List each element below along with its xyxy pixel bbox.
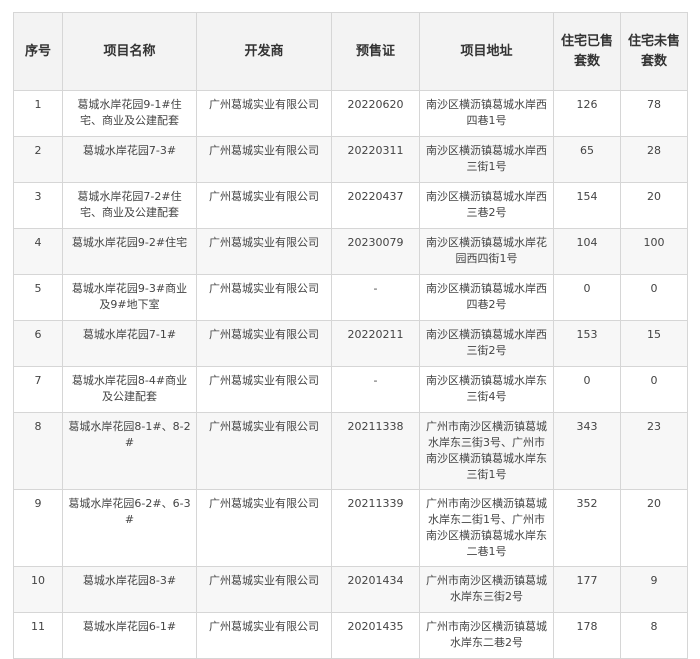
header-developer: 开发商: [196, 12, 332, 91]
table-row: 4 葛城水岸花园9-2#住宅 广州葛城实业有限公司 20230079 南沙区横沥…: [13, 228, 688, 275]
presale-table: 序号 项目名称 开发商 预售证 项目地址 住宅已售套数 住宅未售套数 1 葛城水…: [13, 12, 688, 659]
cell-presale-cert: 20230079: [331, 228, 420, 275]
cell-developer: 广州葛城实业有限公司: [196, 228, 332, 275]
cell-address: 广州市南沙区横沥镇葛城水岸东三街3号、广州市南沙区横沥镇葛城水岸东三街1号: [419, 412, 554, 490]
presale-table-container: 序号 项目名称 开发商 预售证 项目地址 住宅已售套数 住宅未售套数 1 葛城水…: [13, 12, 688, 659]
cell-presale-cert: -: [331, 274, 420, 321]
cell-sold-units: 154: [553, 182, 621, 229]
table-row: 6 葛城水岸花园7-1# 广州葛城实业有限公司 20220211 南沙区横沥镇葛…: [13, 320, 688, 367]
cell-project-name: 葛城水岸花园9-2#住宅: [62, 228, 197, 275]
header-index: 序号: [13, 12, 63, 91]
cell-sold-units: 177: [553, 566, 621, 613]
cell-address: 南沙区横沥镇葛城水岸西三巷2号: [419, 182, 554, 229]
cell-project-name: 葛城水岸花园8-4#商业及公建配套: [62, 366, 197, 413]
cell-index: 7: [13, 366, 63, 413]
cell-unsold-units: 0: [620, 274, 688, 321]
cell-index: 1: [13, 90, 63, 137]
cell-index: 9: [13, 489, 63, 567]
table-row: 10 葛城水岸花园8-3# 广州葛城实业有限公司 20201434 广州市南沙区…: [13, 566, 688, 613]
cell-index: 5: [13, 274, 63, 321]
cell-index: 10: [13, 566, 63, 613]
cell-address: 广州市南沙区横沥镇葛城水岸东三街2号: [419, 566, 554, 613]
cell-address: 南沙区横沥镇葛城水岸西四巷1号: [419, 90, 554, 137]
table-row: 2 葛城水岸花园7-3# 广州葛城实业有限公司 20220311 南沙区横沥镇葛…: [13, 136, 688, 183]
cell-unsold-units: 20: [620, 489, 688, 567]
cell-sold-units: 0: [553, 366, 621, 413]
cell-unsold-units: 0: [620, 366, 688, 413]
table-row: 7 葛城水岸花园8-4#商业及公建配套 广州葛城实业有限公司 - 南沙区横沥镇葛…: [13, 366, 688, 413]
table-row: 3 葛城水岸花园7-2#住宅、商业及公建配套 广州葛城实业有限公司 202204…: [13, 182, 688, 229]
cell-developer: 广州葛城实业有限公司: [196, 412, 332, 490]
table-row: 1 葛城水岸花园9-1#住宅、商业及公建配套 广州葛城实业有限公司 202206…: [13, 90, 688, 137]
cell-address: 南沙区横沥镇葛城水岸东三街4号: [419, 366, 554, 413]
header-address: 项目地址: [419, 12, 554, 91]
header-presale-cert: 预售证: [331, 12, 420, 91]
cell-address: 南沙区横沥镇葛城水岸西三街2号: [419, 320, 554, 367]
table-row: 9 葛城水岸花园6-2#、6-3# 广州葛城实业有限公司 20211339 广州…: [13, 489, 688, 567]
cell-project-name: 葛城水岸花园9-3#商业及9#地下室: [62, 274, 197, 321]
cell-presale-cert: 20220311: [331, 136, 420, 183]
cell-address: 南沙区横沥镇葛城水岸西三街1号: [419, 136, 554, 183]
cell-presale-cert: 20211339: [331, 489, 420, 567]
cell-project-name: 葛城水岸花园9-1#住宅、商业及公建配套: [62, 90, 197, 137]
table-row: 5 葛城水岸花园9-3#商业及9#地下室 广州葛城实业有限公司 - 南沙区横沥镇…: [13, 274, 688, 321]
cell-unsold-units: 100: [620, 228, 688, 275]
cell-developer: 广州葛城实业有限公司: [196, 136, 332, 183]
cell-sold-units: 343: [553, 412, 621, 490]
cell-index: 2: [13, 136, 63, 183]
cell-index: 6: [13, 320, 63, 367]
table-header-row: 序号 项目名称 开发商 预售证 项目地址 住宅已售套数 住宅未售套数: [13, 12, 688, 91]
cell-project-name: 葛城水岸花园7-3#: [62, 136, 197, 183]
cell-presale-cert: 20201434: [331, 566, 420, 613]
cell-unsold-units: 28: [620, 136, 688, 183]
cell-sold-units: 352: [553, 489, 621, 567]
cell-unsold-units: 9: [620, 566, 688, 613]
cell-index: 4: [13, 228, 63, 275]
cell-developer: 广州葛城实业有限公司: [196, 90, 332, 137]
header-unsold-units: 住宅未售套数: [620, 12, 688, 91]
cell-unsold-units: 15: [620, 320, 688, 367]
header-project-name: 项目名称: [62, 12, 197, 91]
cell-presale-cert: -: [331, 366, 420, 413]
cell-project-name: 葛城水岸花园8-3#: [62, 566, 197, 613]
cell-project-name: 葛城水岸花园7-2#住宅、商业及公建配套: [62, 182, 197, 229]
cell-sold-units: 0: [553, 274, 621, 321]
cell-presale-cert: 20220437: [331, 182, 420, 229]
cell-index: 3: [13, 182, 63, 229]
cell-presale-cert: 20220211: [331, 320, 420, 367]
cell-developer: 广州葛城实业有限公司: [196, 320, 332, 367]
cell-address: 广州市南沙区横沥镇葛城水岸东二街1号、广州市南沙区横沥镇葛城水岸东二巷1号: [419, 489, 554, 567]
cell-unsold-units: 78: [620, 90, 688, 137]
cell-unsold-units: 23: [620, 412, 688, 490]
cell-index: 8: [13, 412, 63, 490]
cell-sold-units: 104: [553, 228, 621, 275]
table-row: 8 葛城水岸花园8-1#、8-2# 广州葛城实业有限公司 20211338 广州…: [13, 412, 688, 490]
cell-presale-cert: 20220620: [331, 90, 420, 137]
cell-unsold-units: 20: [620, 182, 688, 229]
cell-sold-units: 65: [553, 136, 621, 183]
cell-address: 南沙区横沥镇葛城水岸西四巷2号: [419, 274, 554, 321]
cell-project-name: 葛城水岸花园8-1#、8-2#: [62, 412, 197, 490]
cell-developer: 广州葛城实业有限公司: [196, 489, 332, 567]
cell-address: 南沙区横沥镇葛城水岸花园西四街1号: [419, 228, 554, 275]
cell-developer: 广州葛城实业有限公司: [196, 274, 332, 321]
cell-developer: 广州葛城实业有限公司: [196, 182, 332, 229]
cell-developer: 广州葛城实业有限公司: [196, 366, 332, 413]
cell-sold-units: 153: [553, 320, 621, 367]
cell-project-name: 葛城水岸花园6-2#、6-3#: [62, 489, 197, 567]
cell-presale-cert: 20211338: [331, 412, 420, 490]
cell-sold-units: 126: [553, 90, 621, 137]
cell-project-name: 葛城水岸花园7-1#: [62, 320, 197, 367]
cell-developer: 广州葛城实业有限公司: [196, 566, 332, 613]
header-sold-units: 住宅已售套数: [553, 12, 621, 91]
